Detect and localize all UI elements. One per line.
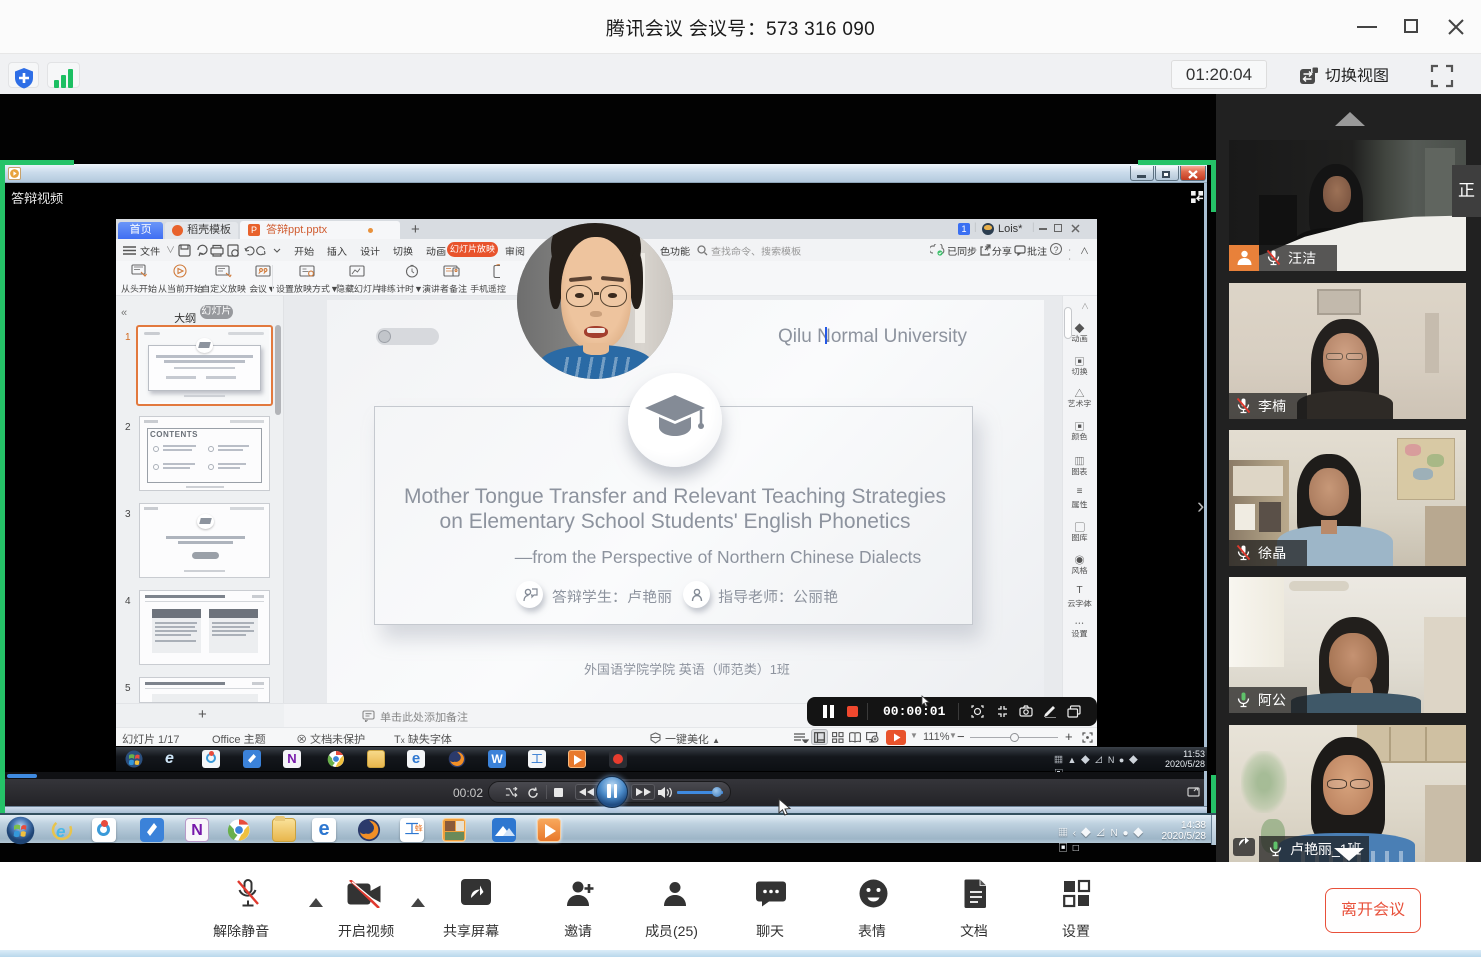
svg-text:e: e bbox=[56, 822, 65, 841]
